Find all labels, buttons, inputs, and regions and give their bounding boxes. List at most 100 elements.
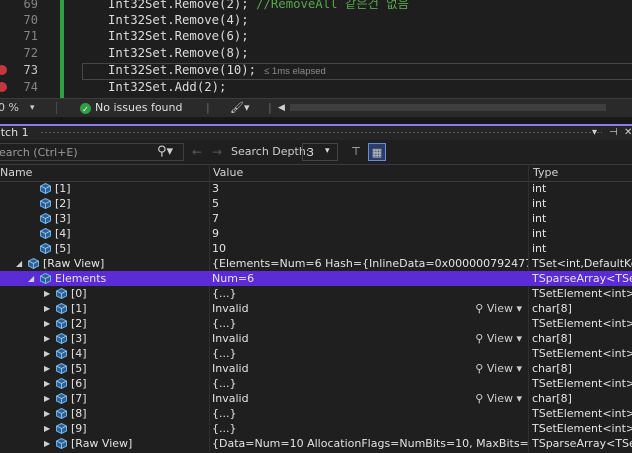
code-text[interactable]: Int32Set.Remove(6); — [108, 28, 249, 44]
collapse-arrow-icon[interactable]: ◢ — [28, 271, 36, 286]
expand-arrow-icon[interactable]: ▶ — [44, 361, 52, 376]
pin-to-source-icon[interactable]: ⊤ — [347, 143, 365, 161]
search-input[interactable]: earch (Ctrl+E) ⚲▾ — [0, 143, 184, 161]
collapse-arrow-icon[interactable]: ◢ — [16, 256, 24, 271]
row-name-cell[interactable]: ▶ [1] — [0, 301, 208, 316]
column-header-name[interactable]: Name — [0, 165, 205, 181]
row-value-cell[interactable]: Invalid ⚲ View ▾ — [212, 331, 528, 346]
row-value-cell[interactable]: {...} — [212, 286, 528, 301]
watch-row[interactable]: ▶ [2] {...} TSetElement<int> — [0, 316, 632, 331]
row-value-cell[interactable]: 9 — [212, 226, 528, 241]
expand-arrow-icon[interactable]: ▶ — [44, 331, 52, 346]
watch-row[interactable]: [3] 7 int — [0, 211, 632, 226]
expand-arrow-icon[interactable]: ▶ — [44, 421, 52, 436]
row-name-cell[interactable]: [4] — [0, 226, 208, 241]
row-name-cell[interactable]: ▶ [4] — [0, 346, 208, 361]
row-name-cell[interactable]: [2] — [0, 196, 208, 211]
row-value-cell[interactable]: {Data=Num=10 AllocationFlags=NumBits=10,… — [212, 436, 528, 451]
code-text[interactable]: Int32Set.Remove(4); — [108, 12, 249, 28]
row-name-cell[interactable]: ▶ [3] — [0, 331, 208, 346]
code-line[interactable]: 70 Int32Set.Remove(4); — [0, 12, 632, 28]
pin-icon[interactable]: ⊣ — [609, 126, 618, 139]
perf-tip[interactable]: ≤ 1ms elapsed — [264, 66, 326, 77]
row-value-cell[interactable]: 10 — [212, 241, 528, 256]
watch-row[interactable]: ◢ Elements Num=6 TSparseArray<TSetEl... — [0, 271, 632, 286]
watch-title-bar[interactable]: atch 1 ▾ ⊣ ✕ — [0, 124, 632, 140]
row-name-cell[interactable]: ▶ [Raw View] — [0, 436, 208, 451]
row-value-cell[interactable]: Num=6 — [212, 271, 528, 286]
column-header-type[interactable]: Type — [530, 165, 632, 181]
watch-row[interactable]: [4] 9 int — [0, 226, 632, 241]
code-line[interactable]: 71 Int32Set.Remove(6); — [0, 28, 632, 44]
row-name-cell[interactable]: ▶ [8] — [0, 406, 208, 421]
watch-row[interactable]: ▶ [0] {...} TSetElement<int> — [0, 286, 632, 301]
row-name-cell[interactable]: ◢ [Raw View] — [0, 256, 208, 271]
search-icon[interactable]: ⚲▾ — [157, 144, 173, 159]
watch-row[interactable]: ▶ [3] Invalid ⚲ View ▾ char[8] — [0, 331, 632, 346]
watch-row[interactable]: ◢ [Raw View] {Elements=Num=6 Hash={InlineD… — [0, 256, 632, 271]
watch-row[interactable]: ▶ [8] {...} TSetElement<int> — [0, 406, 632, 421]
code-line[interactable]: 74 Int32Set.Add(2); — [0, 79, 632, 95]
horizontal-scrollbar[interactable] — [290, 104, 606, 111]
row-value-cell[interactable]: 5 — [212, 196, 528, 211]
search-previous-icon[interactable]: ← — [192, 145, 202, 159]
row-value-cell[interactable]: {Elements=Num=6 Hash={InlineData=0x00000… — [212, 256, 528, 271]
code-text[interactable]: Int32Set.Remove(2); //RemoveAll 같은건 없음 — [108, 0, 409, 12]
watch-row[interactable]: [2] 5 int — [0, 196, 632, 211]
search-depth-select[interactable]: 3 ▾ — [302, 143, 338, 161]
row-name-cell[interactable]: ▶ [5] — [0, 361, 208, 376]
expand-arrow-icon[interactable]: ▶ — [44, 316, 52, 331]
visualizer-view-button[interactable]: ⚲ View ▾ — [475, 331, 522, 346]
watch-row[interactable]: [1] 3 int — [0, 181, 632, 196]
watch-row[interactable]: [5] 10 int — [0, 241, 632, 256]
hex-view-icon[interactable]: ▦ — [368, 143, 386, 161]
code-text[interactable]: Int32Set.Remove(10); ≤ 1ms elapsed — [108, 62, 326, 80]
zoom-level[interactable]: 0 % — [0, 101, 19, 115]
watch-row[interactable]: ▶ [5] Invalid ⚲ View ▾ char[8] — [0, 361, 632, 376]
row-value-cell[interactable]: Invalid ⚲ View ▾ — [212, 361, 528, 376]
expand-arrow-icon[interactable]: ▶ — [44, 406, 52, 421]
row-name-cell[interactable]: ▶ [9] — [0, 421, 208, 436]
code-text[interactable]: Int32Set.Add(2); — [108, 79, 226, 95]
watch-row[interactable]: ▶ [6] {...} TSetElement<int> — [0, 376, 632, 391]
panel-separator[interactable] — [0, 117, 632, 124]
row-name-cell[interactable]: [5] — [0, 241, 208, 256]
visualizer-view-button[interactable]: ⚲ View ▾ — [475, 391, 522, 406]
window-menu-icon[interactable]: ▾ — [592, 126, 597, 139]
row-value-cell[interactable]: {...} — [212, 406, 528, 421]
code-line[interactable]: 72 Int32Set.Remove(8); — [0, 45, 632, 61]
drag-grip[interactable] — [40, 131, 602, 134]
code-line[interactable]: 73 Int32Set.Remove(10); ≤ 1ms elapsed — [0, 62, 632, 78]
row-value-cell[interactable]: {...} — [212, 421, 528, 436]
watch-row[interactable]: ▶ [Raw View] {Data=Num=10 AllocationFlags=… — [0, 436, 632, 451]
row-name-cell[interactable]: [1] — [0, 181, 208, 196]
row-name-cell[interactable]: ▶ [2] — [0, 316, 208, 331]
row-value-cell[interactable]: Invalid ⚲ View ▾ — [212, 391, 528, 406]
expand-arrow-icon[interactable]: ▶ — [44, 301, 52, 316]
brush-icon[interactable]: 🖌︎▾ — [230, 101, 250, 115]
row-value-cell[interactable]: 7 — [212, 211, 528, 226]
watch-row[interactable]: ▶ [1] Invalid ⚲ View ▾ char[8] — [0, 301, 632, 316]
expand-arrow-icon[interactable]: ▶ — [44, 286, 52, 301]
scroll-left-icon[interactable]: ◀ — [278, 101, 285, 115]
zoom-dropdown-icon[interactable]: ▾ — [30, 101, 35, 115]
watch-row[interactable]: ▶ [7] Invalid ⚲ View ▾ char[8] — [0, 391, 632, 406]
row-value-cell[interactable]: {...} — [212, 376, 528, 391]
column-header-value[interactable]: Value — [210, 165, 529, 181]
close-icon[interactable]: ✕ — [624, 126, 632, 139]
visualizer-view-button[interactable]: ⚲ View ▾ — [475, 361, 522, 376]
code-text[interactable]: Int32Set.Remove(8); — [108, 45, 249, 61]
expand-arrow-icon[interactable]: ▶ — [44, 376, 52, 391]
row-value-cell[interactable]: {...} — [212, 346, 528, 361]
row-name-cell[interactable]: ▶ [7] — [0, 391, 208, 406]
expand-arrow-icon[interactable]: ▶ — [44, 436, 52, 451]
row-name-cell[interactable]: [3] — [0, 211, 208, 226]
row-name-cell[interactable]: ▶ [6] — [0, 376, 208, 391]
code-line[interactable]: 69 Int32Set.Remove(2); //RemoveAll 같은건 없음 — [0, 0, 632, 12]
visualizer-view-button[interactable]: ⚲ View ▾ — [475, 301, 522, 316]
expand-arrow-icon[interactable]: ▶ — [44, 391, 52, 406]
watch-row[interactable]: ▶ [9] {...} TSetElement<int> — [0, 421, 632, 436]
row-value-cell[interactable]: Invalid ⚲ View ▾ — [212, 301, 528, 316]
expand-arrow-icon[interactable]: ▶ — [44, 346, 52, 361]
row-value-cell[interactable]: 3 — [212, 181, 528, 196]
